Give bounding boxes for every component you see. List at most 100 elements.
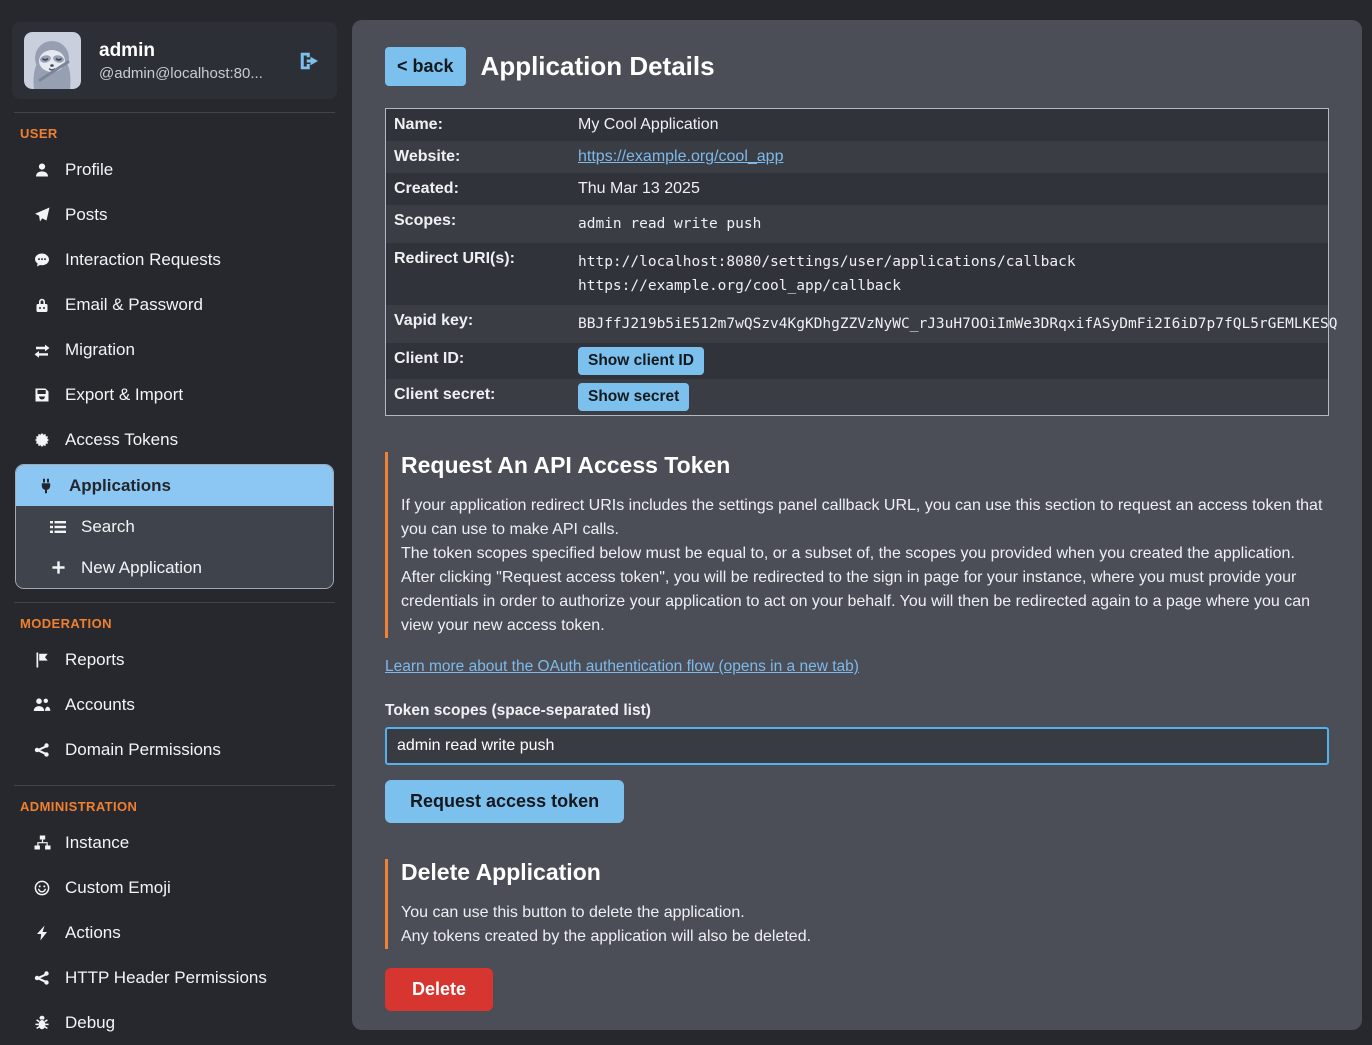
website-link[interactable]: https://example.org/cool_app (578, 148, 783, 165)
section-label-user: USER (12, 122, 337, 147)
row-value: BBJffJ219b5iE512m7wQSzv4KgKDhgZZVzNyWC_r… (578, 305, 1346, 343)
section-paragraph: You can use this button to delete the ap… (401, 901, 1329, 925)
sidebar-item-label: New Application (81, 557, 202, 578)
comment-icon (33, 252, 51, 268)
sidebar-item-export-import[interactable]: Export & Import (12, 372, 337, 417)
row-label: Website: (386, 141, 578, 173)
sidebar-item-posts[interactable]: Posts (12, 192, 337, 237)
sidebar-item-accounts[interactable]: Accounts (12, 682, 337, 727)
section-label-administration: ADMINISTRATION (12, 795, 337, 820)
sidebar-item-label: Migration (65, 339, 135, 360)
sidebar-item-new-application[interactable]: New Application (16, 547, 333, 588)
back-button[interactable]: < back (385, 47, 466, 86)
section-paragraph: Any tokens created by the application wi… (401, 925, 1329, 949)
applications-subnav: Search New Application (16, 506, 333, 588)
users-icon (33, 697, 51, 713)
oauth-docs-link[interactable]: Learn more about the OAuth authenticatio… (385, 658, 859, 676)
sitemap-icon (33, 835, 51, 851)
row-value: admin read write push (578, 205, 1328, 243)
sidebar-item-label: Export & Import (65, 384, 183, 405)
delete-application-section: Delete Application You can use this butt… (385, 859, 1329, 1011)
section-title: Delete Application (401, 859, 1329, 886)
sidebar-item-search[interactable]: Search (16, 506, 333, 547)
sidebar-item-label: Posts (65, 204, 108, 225)
table-row-name: Name: My Cool Application (386, 109, 1328, 141)
section-paragraph: After clicking "Request access token", y… (401, 566, 1329, 638)
row-label: Name: (386, 109, 578, 141)
delete-button[interactable]: Delete (385, 968, 493, 1011)
row-value: My Cool Application (578, 109, 1328, 141)
row-label: Vapid key: (386, 305, 578, 337)
table-row-created: Created: Thu Mar 13 2025 (386, 173, 1328, 205)
row-label: Scopes: (386, 205, 578, 237)
exchange-icon (33, 342, 51, 358)
share-nodes-icon (33, 970, 51, 986)
sidebar-item-access-tokens[interactable]: Access Tokens (12, 417, 337, 462)
applications-group: Applications Search New Application (15, 464, 334, 589)
section-paragraph: If your application redirect URIs includ… (401, 494, 1329, 542)
sidebar-item-applications[interactable]: Applications (16, 465, 333, 506)
row-label: Redirect URI(s): (386, 243, 578, 275)
sidebar-item-label: Domain Permissions (65, 739, 221, 760)
show-secret-button[interactable]: Show secret (578, 383, 689, 411)
sidebar-item-custom-emoji[interactable]: Custom Emoji (12, 865, 337, 910)
sidebar-item-label: Applications (69, 475, 171, 496)
certificate-icon (33, 432, 51, 448)
page-header: < back Application Details (385, 47, 1329, 86)
sidebar-item-email-password[interactable]: Email & Password (12, 282, 337, 327)
sidebar-item-reports[interactable]: Reports (12, 637, 337, 682)
sidebar-item-label: Actions (65, 922, 121, 943)
sidebar-item-migration[interactable]: Migration (12, 327, 337, 372)
row-label: Created: (386, 173, 578, 205)
flag-icon (33, 652, 51, 668)
redirect-uri: http://localhost:8080/settings/user/appl… (578, 250, 1320, 274)
table-row-redirect-uris: Redirect URI(s): http://localhost:8080/s… (386, 243, 1328, 305)
request-token-section-head: Request An API Access Token If your appl… (385, 452, 1329, 638)
row-label: Client secret: (386, 379, 578, 411)
user-meta: admin @admin@localhost:80... (99, 40, 263, 82)
sidebar: admin @admin@localhost:80... USER Profil… (0, 0, 352, 1041)
sidebar-item-actions[interactable]: Actions (12, 910, 337, 955)
sidebar-item-label: Reports (65, 649, 125, 670)
table-row-scopes: Scopes: admin read write push (386, 205, 1328, 243)
sign-out-icon[interactable] (297, 49, 321, 73)
divider (14, 112, 335, 113)
smile-icon (33, 880, 51, 896)
sidebar-item-label: Custom Emoji (65, 877, 171, 898)
divider (14, 785, 335, 786)
token-scopes-input[interactable] (385, 727, 1329, 765)
bolt-icon (33, 925, 51, 941)
table-row-vapid-key: Vapid key: BBJffJ219b5iE512m7wQSzv4KgKDh… (386, 305, 1328, 343)
row-value: http://localhost:8080/settings/user/appl… (578, 243, 1328, 305)
section-label-moderation: MODERATION (12, 612, 337, 637)
sidebar-item-instance[interactable]: Instance (12, 820, 337, 865)
sidebar-item-label: Debug (65, 1012, 115, 1033)
sidebar-item-http-header-permissions[interactable]: HTTP Header Permissions (12, 955, 337, 1000)
user-card[interactable]: admin @admin@localhost:80... (12, 22, 337, 99)
table-row-client-secret: Client secret: Show secret (386, 379, 1328, 415)
request-token-section: Request An API Access Token If your appl… (385, 452, 1329, 823)
sidebar-item-profile[interactable]: Profile (12, 147, 337, 192)
show-client-id-button[interactable]: Show client ID (578, 347, 704, 375)
page-title: Application Details (481, 51, 715, 82)
user-handle: @admin@localhost:80... (99, 65, 263, 82)
lock-icon (33, 297, 51, 313)
user-name: admin (99, 40, 263, 62)
sidebar-item-debug[interactable]: Debug (12, 1000, 337, 1045)
plug-icon (37, 478, 55, 494)
sidebar-item-label: Search (81, 516, 135, 537)
sidebar-item-domain-permissions[interactable]: Domain Permissions (12, 727, 337, 772)
sloth-avatar (24, 32, 81, 89)
paper-plane-icon (33, 207, 51, 223)
delete-section-head: Delete Application You can use this butt… (385, 859, 1329, 949)
user-icon (33, 162, 51, 178)
floppy-icon (33, 387, 51, 403)
sidebar-item-label: Accounts (65, 694, 135, 715)
table-row-website: Website: https://example.org/cool_app (386, 141, 1328, 173)
request-access-token-button[interactable]: Request access token (385, 780, 624, 823)
sidebar-item-label: Profile (65, 159, 113, 180)
application-details-table: Name: My Cool Application Website: https… (385, 108, 1329, 416)
bug-icon (33, 1015, 51, 1031)
sidebar-item-interaction-requests[interactable]: Interaction Requests (12, 237, 337, 282)
token-scopes-label: Token scopes (space-separated list) (385, 702, 1329, 720)
